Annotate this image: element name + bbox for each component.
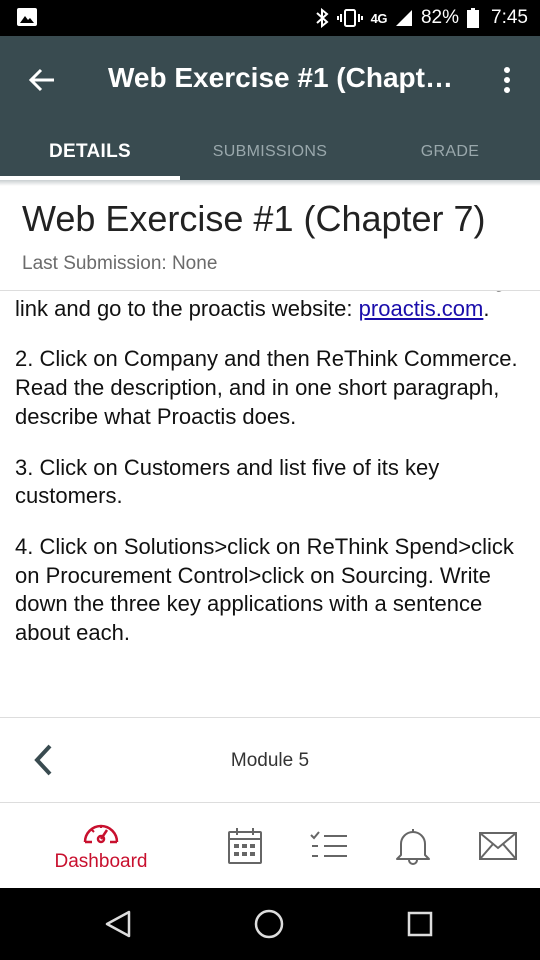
mail-icon xyxy=(479,831,517,860)
assignment-description[interactable]: at the forefront of B2B trend. Click on … xyxy=(0,291,540,717)
module-label: Module 5 xyxy=(230,750,310,771)
back-button[interactable] xyxy=(22,60,62,100)
system-navigation-bar xyxy=(0,888,540,960)
notifications-tab[interactable] xyxy=(390,803,436,888)
circle-home-icon xyxy=(254,909,284,939)
tab-details[interactable]: DETAILS xyxy=(0,124,180,180)
module-navigation: Module 5 xyxy=(0,718,540,802)
bluetooth-icon xyxy=(315,8,329,28)
todo-list-icon xyxy=(310,830,347,857)
triangle-back-icon xyxy=(105,910,131,938)
step-3: 3. Click on Customers and list five of i… xyxy=(15,454,440,509)
last-submission-text: Last Submission: None xyxy=(22,253,218,274)
app-title: Web Exercise #1 (Chapter 7) xyxy=(108,62,468,93)
network-type: 4G xyxy=(370,10,388,26)
calendar-tab[interactable] xyxy=(222,803,268,888)
dashboard-tab[interactable]: Dashboard xyxy=(40,803,162,888)
inbox-tab[interactable] xyxy=(474,803,522,888)
todo-tab[interactable] xyxy=(306,803,352,888)
tab-submissions[interactable]: SUBMISSIONS xyxy=(180,124,360,180)
dashboard-label: Dashboard xyxy=(54,850,148,872)
intro-end: . xyxy=(483,295,490,321)
tab-bar-shadow xyxy=(0,180,540,186)
status-bar: 4G 82% 7:45 xyxy=(0,0,540,36)
vibrate-icon xyxy=(336,8,363,28)
system-back-button[interactable] xyxy=(100,906,136,942)
more-vertical-icon xyxy=(504,67,510,93)
system-home-button[interactable] xyxy=(251,906,287,942)
page-title: Web Exercise #1 (Chapter 7) xyxy=(22,198,486,239)
gallery-notification-icon xyxy=(16,7,38,33)
battery-icon xyxy=(467,8,480,28)
bell-icon xyxy=(396,828,430,865)
tab-bar: DETAILS SUBMISSIONS GRADE xyxy=(0,124,540,180)
step-4: 4. Click on Solutions>click on ReThink S… xyxy=(15,533,514,646)
battery-percent: 82% xyxy=(420,7,460,28)
description-body: at the forefront of B2B trend. Click on … xyxy=(15,291,527,670)
clock: 7:45 xyxy=(491,7,528,28)
bottom-navigation: Dashboard xyxy=(0,803,540,888)
intro-paragraph: at the forefront of B2B trend. Click on … xyxy=(15,291,527,323)
dashboard-gauge-icon xyxy=(83,824,119,843)
tab-grade[interactable]: GRADE xyxy=(360,124,540,180)
proactis-link[interactable]: proactis.com xyxy=(359,296,484,321)
square-recents-icon xyxy=(407,911,433,937)
step-2: 2. Click on Company and then ReThink Com… xyxy=(15,346,518,429)
system-recents-button[interactable] xyxy=(402,906,438,942)
overflow-menu-button[interactable] xyxy=(492,60,522,100)
signal-icon xyxy=(395,9,413,27)
calendar-icon xyxy=(228,827,262,864)
app-bar: Web Exercise #1 (Chapter 7) xyxy=(0,36,540,124)
arrow-left-icon xyxy=(28,68,54,92)
